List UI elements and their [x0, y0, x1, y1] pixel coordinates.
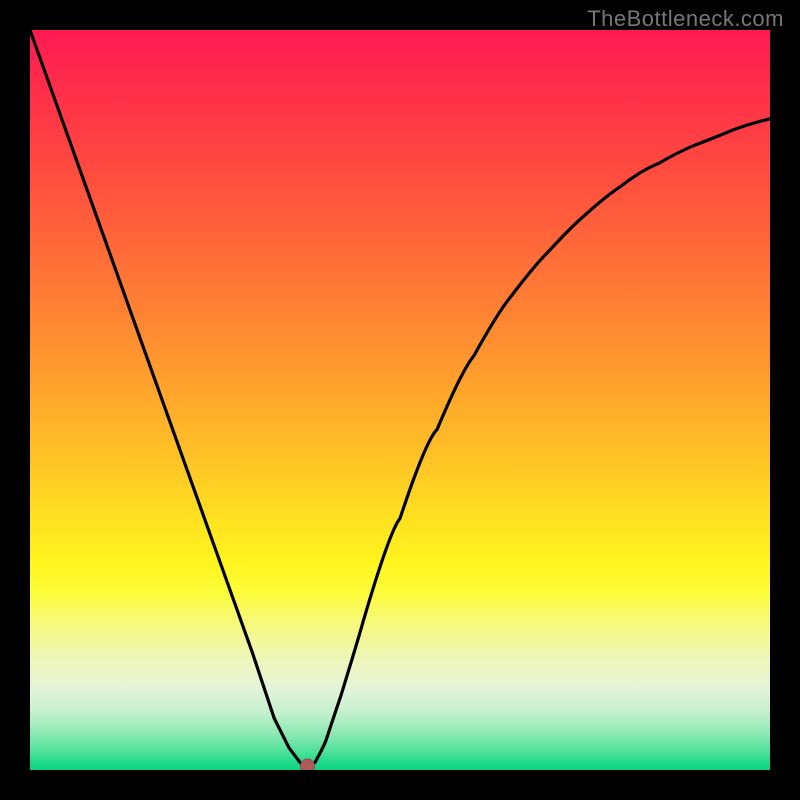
curve-right-branch — [308, 119, 771, 770]
minimum-dot — [301, 759, 315, 770]
plot-area — [30, 30, 770, 770]
curve-svg — [30, 30, 770, 770]
curve-left-branch — [30, 30, 308, 770]
chart-frame: TheBottleneck.com — [0, 0, 800, 800]
watermark-text: TheBottleneck.com — [587, 6, 784, 32]
